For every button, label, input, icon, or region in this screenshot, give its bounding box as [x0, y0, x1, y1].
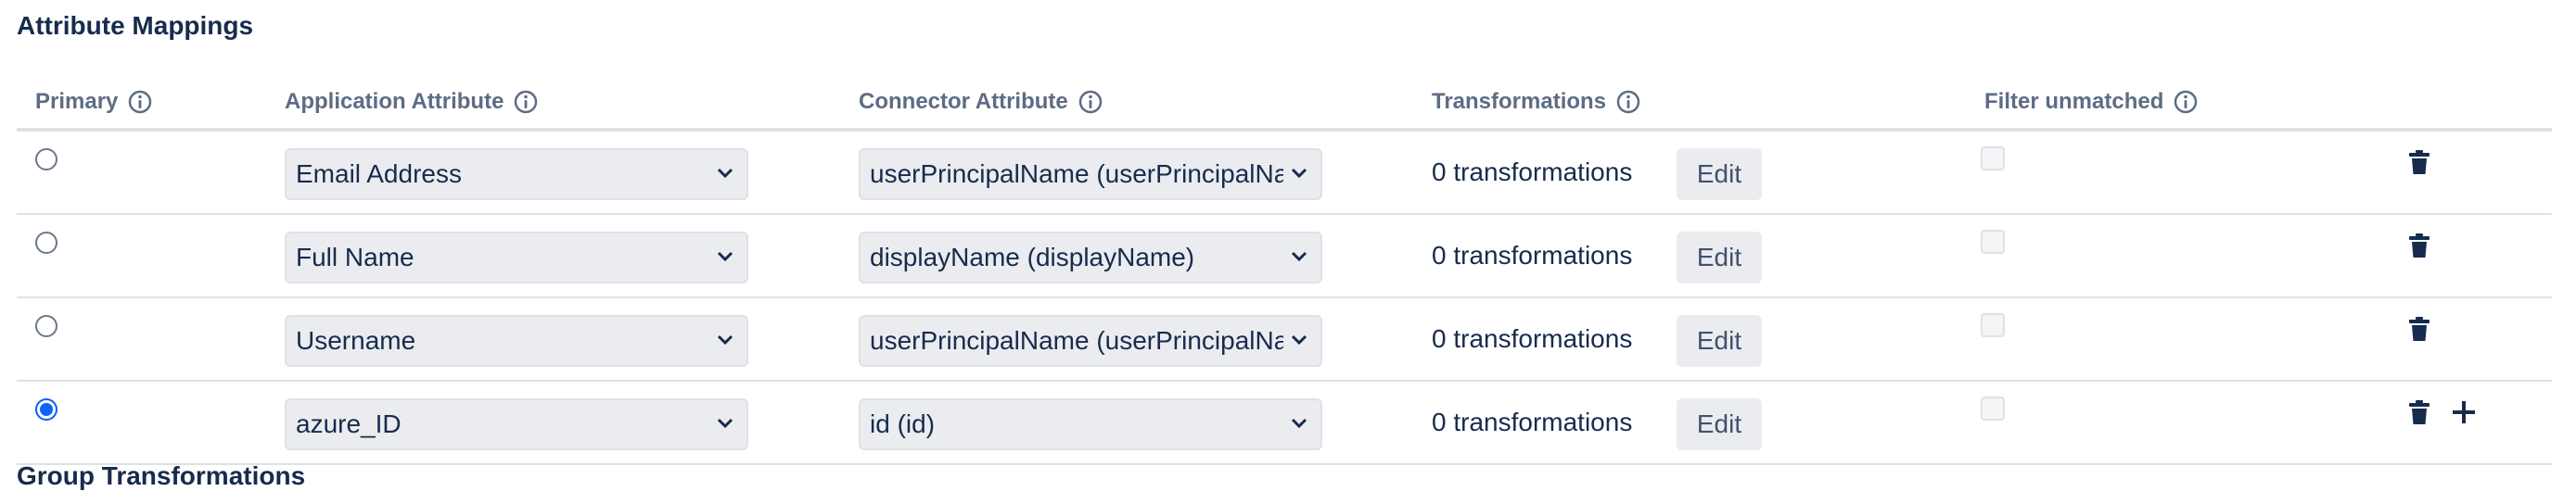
- header-primary-label: Primary: [35, 89, 119, 114]
- next-section-title: Group Transformations: [17, 461, 306, 490]
- table-row: Email Address userPrincipalName (userPri…: [17, 132, 2552, 215]
- chevron-down-icon: [1291, 334, 1307, 346]
- connector-attribute-value: userPrincipalName (userPrincipalName): [870, 159, 1283, 188]
- transformations-count: 0 transformations: [1432, 241, 1633, 270]
- header-application-attribute-label: Application Attribute: [285, 89, 504, 114]
- edit-transformations-button[interactable]: Edit: [1677, 232, 1762, 283]
- chevron-down-icon: [1291, 418, 1307, 429]
- primary-radio[interactable]: [35, 148, 57, 170]
- filter-unmatched-checkbox[interactable]: [1981, 313, 2005, 337]
- chevron-down-icon: [717, 418, 733, 429]
- table-row: Full Name displayName (displayName) 0 tr…: [17, 215, 2552, 298]
- trash-icon[interactable]: [2405, 398, 2433, 426]
- header-filter-unmatched-label: Filter unmatched: [1984, 89, 2164, 114]
- trash-icon[interactable]: [2405, 315, 2433, 343]
- connector-attribute-select[interactable]: userPrincipalName (userPrincipalName): [859, 148, 1322, 200]
- application-attribute-value: Full Name: [296, 243, 414, 271]
- filter-unmatched-checkbox[interactable]: [1981, 146, 2005, 170]
- application-attribute-select[interactable]: Username: [285, 315, 748, 367]
- header-transformations: Transformations: [1432, 76, 1641, 128]
- connector-attribute-select[interactable]: displayName (displayName): [859, 232, 1322, 283]
- primary-radio[interactable]: [35, 232, 57, 254]
- chevron-down-icon: [717, 251, 733, 262]
- filter-unmatched-checkbox[interactable]: [1981, 230, 2005, 254]
- info-icon[interactable]: [2173, 89, 2199, 115]
- info-icon[interactable]: [127, 89, 153, 115]
- transformations-count: 0 transformations: [1432, 408, 1633, 436]
- application-attribute-select[interactable]: Email Address: [285, 148, 748, 200]
- connector-attribute-select[interactable]: userPrincipalName (userPrincipalName): [859, 315, 1322, 367]
- table-header: Primary Application Attribute Connector …: [17, 76, 2552, 132]
- trash-icon[interactable]: [2405, 148, 2433, 176]
- connector-attribute-value: displayName (displayName): [870, 243, 1195, 271]
- transformations-count: 0 transformations: [1432, 157, 1633, 186]
- application-attribute-select[interactable]: Full Name: [285, 232, 748, 283]
- application-attribute-value: azure_ID: [296, 409, 402, 438]
- header-connector-attribute: Connector Attribute: [859, 76, 1103, 128]
- table-row: Username userPrincipalName (userPrincipa…: [17, 298, 2552, 382]
- primary-radio[interactable]: [35, 315, 57, 337]
- connector-attribute-select[interactable]: id (id): [859, 398, 1322, 450]
- header-transformations-label: Transformations: [1432, 89, 1607, 114]
- chevron-down-icon: [717, 168, 733, 179]
- transformations-count: 0 transformations: [1432, 324, 1633, 353]
- header-application-attribute: Application Attribute: [285, 76, 539, 128]
- header-filter-unmatched: Filter unmatched: [1984, 76, 2199, 128]
- header-connector-attribute-label: Connector Attribute: [859, 89, 1068, 114]
- application-attribute-value: Username: [296, 326, 416, 355]
- info-icon[interactable]: [513, 89, 539, 115]
- table-row: azure_ID id (id) 0 transformations Edit: [17, 382, 2552, 465]
- application-attribute-value: Email Address: [296, 159, 462, 188]
- filter-unmatched-checkbox[interactable]: [1981, 397, 2005, 421]
- chevron-down-icon: [1291, 251, 1307, 262]
- info-icon[interactable]: [1615, 89, 1641, 115]
- connector-attribute-value: userPrincipalName (userPrincipalName): [870, 326, 1283, 355]
- chevron-down-icon: [1291, 168, 1307, 179]
- section-title: Attribute Mappings: [17, 11, 254, 40]
- plus-icon[interactable]: [2448, 397, 2480, 428]
- primary-radio[interactable]: [35, 398, 57, 421]
- info-icon[interactable]: [1078, 89, 1103, 115]
- header-primary: Primary: [35, 76, 153, 128]
- application-attribute-select[interactable]: azure_ID: [285, 398, 748, 450]
- connector-attribute-value: id (id): [870, 409, 936, 438]
- edit-transformations-button[interactable]: Edit: [1677, 398, 1762, 450]
- trash-icon[interactable]: [2405, 232, 2433, 259]
- edit-transformations-button[interactable]: Edit: [1677, 315, 1762, 367]
- chevron-down-icon: [717, 334, 733, 346]
- edit-transformations-button[interactable]: Edit: [1677, 148, 1762, 200]
